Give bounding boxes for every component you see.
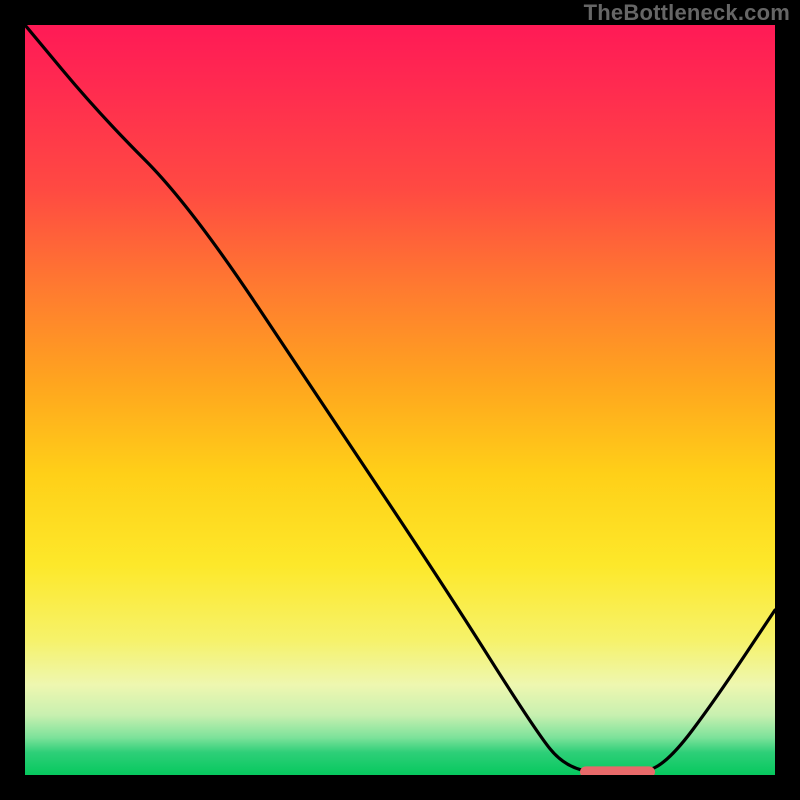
optimal-marker [580,766,655,775]
chart-frame: TheBottleneck.com [0,0,800,800]
bottleneck-curve-svg [25,25,775,775]
bottleneck-curve-path [25,25,775,775]
gradient-plot-area [25,25,775,775]
watermark-text: TheBottleneck.com [584,0,790,26]
